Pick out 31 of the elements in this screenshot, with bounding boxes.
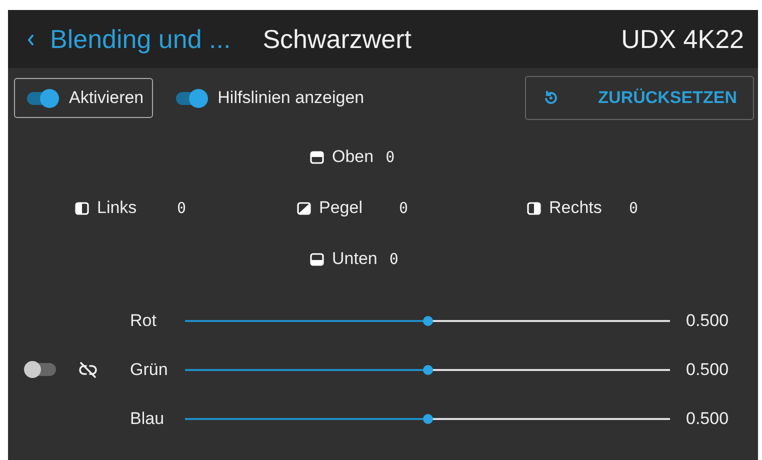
edge-value[interactable]: 0 <box>629 199 638 217</box>
slider-thumb[interactable] <box>422 414 432 424</box>
edge-value[interactable]: 0 <box>386 148 395 166</box>
channel-label: Rot <box>130 310 158 330</box>
device-name: UDX 4K22 <box>621 24 744 54</box>
edge-label: Rechts <box>549 198 603 218</box>
edge-icon <box>310 252 324 266</box>
edge-icon <box>75 202 89 214</box>
edge-label: Pegel <box>319 198 364 218</box>
edge-icon <box>527 202 541 214</box>
edge-value[interactable]: 0 <box>177 199 186 217</box>
edge-label: Unten <box>332 249 378 269</box>
guides-toggle[interactable]: Hilfslinien anzeigen <box>162 78 374 118</box>
slider-thumb[interactable] <box>422 316 432 326</box>
link-toggle[interactable] <box>26 363 56 376</box>
channel-value: 0.500 <box>686 310 729 330</box>
edge-label: Oben <box>332 147 374 167</box>
edge-value[interactable]: 0 <box>389 250 398 268</box>
edge-icon <box>310 150 324 164</box>
reset-button[interactable]: ZURÜCKSETZEN <box>525 76 754 120</box>
slider-thumb[interactable] <box>422 364 432 374</box>
edge-value[interactable]: 0 <box>399 199 408 217</box>
channel-value: 0.500 <box>686 360 729 380</box>
back-link[interactable]: Blending und ... <box>50 24 231 54</box>
page-title: Schwarzwert <box>262 24 412 54</box>
channel-value: 0.500 <box>686 408 729 428</box>
edge-icon <box>297 202 311 214</box>
channel-label: Blau <box>130 408 166 428</box>
channel-label: Grün <box>130 360 169 380</box>
enable-toggle[interactable]: Aktivieren <box>14 78 153 118</box>
edge-label: Links <box>97 198 138 218</box>
